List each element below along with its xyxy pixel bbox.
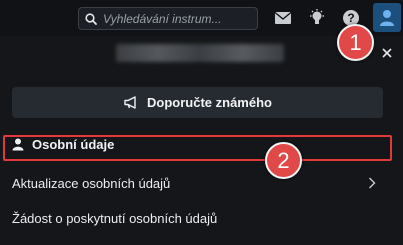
search-icon (85, 12, 97, 25)
menu-item-label: Žádost o poskytnutí osobních údajů (12, 210, 218, 226)
step-badge-2: 2 (265, 142, 302, 179)
menu-item-request-personal-data[interactable]: Žádost o poskytnutí osobních údajů (0, 205, 403, 231)
recommend-friend-button[interactable]: Doporučte známého (12, 87, 383, 118)
recommend-label: Doporučte známého (147, 95, 272, 110)
section-title: Osobní údaje (32, 137, 115, 152)
search-box[interactable] (78, 7, 258, 30)
user-icon (380, 9, 394, 26)
mail-icon[interactable] (272, 8, 294, 28)
search-input[interactable] (103, 11, 253, 26)
person-icon (12, 138, 24, 151)
megaphone-icon (124, 96, 136, 109)
chevron-right-icon (369, 177, 376, 189)
menu-item-label: Aktualizace osobních údajů (12, 175, 171, 191)
step-badge-1: 1 (337, 24, 374, 61)
lightbulb-icon[interactable] (306, 8, 328, 28)
user-menu-button[interactable] (373, 3, 401, 32)
section-personal-data: Osobní údaje (12, 137, 114, 152)
blurred-user-name (116, 44, 284, 62)
menu-item-update-personal-data[interactable]: Aktualizace osobních údajů (0, 170, 403, 196)
user-dropdown-panel: Doporučte známého Osobní údaje Aktualiza… (0, 36, 403, 245)
close-icon[interactable] (380, 46, 394, 60)
